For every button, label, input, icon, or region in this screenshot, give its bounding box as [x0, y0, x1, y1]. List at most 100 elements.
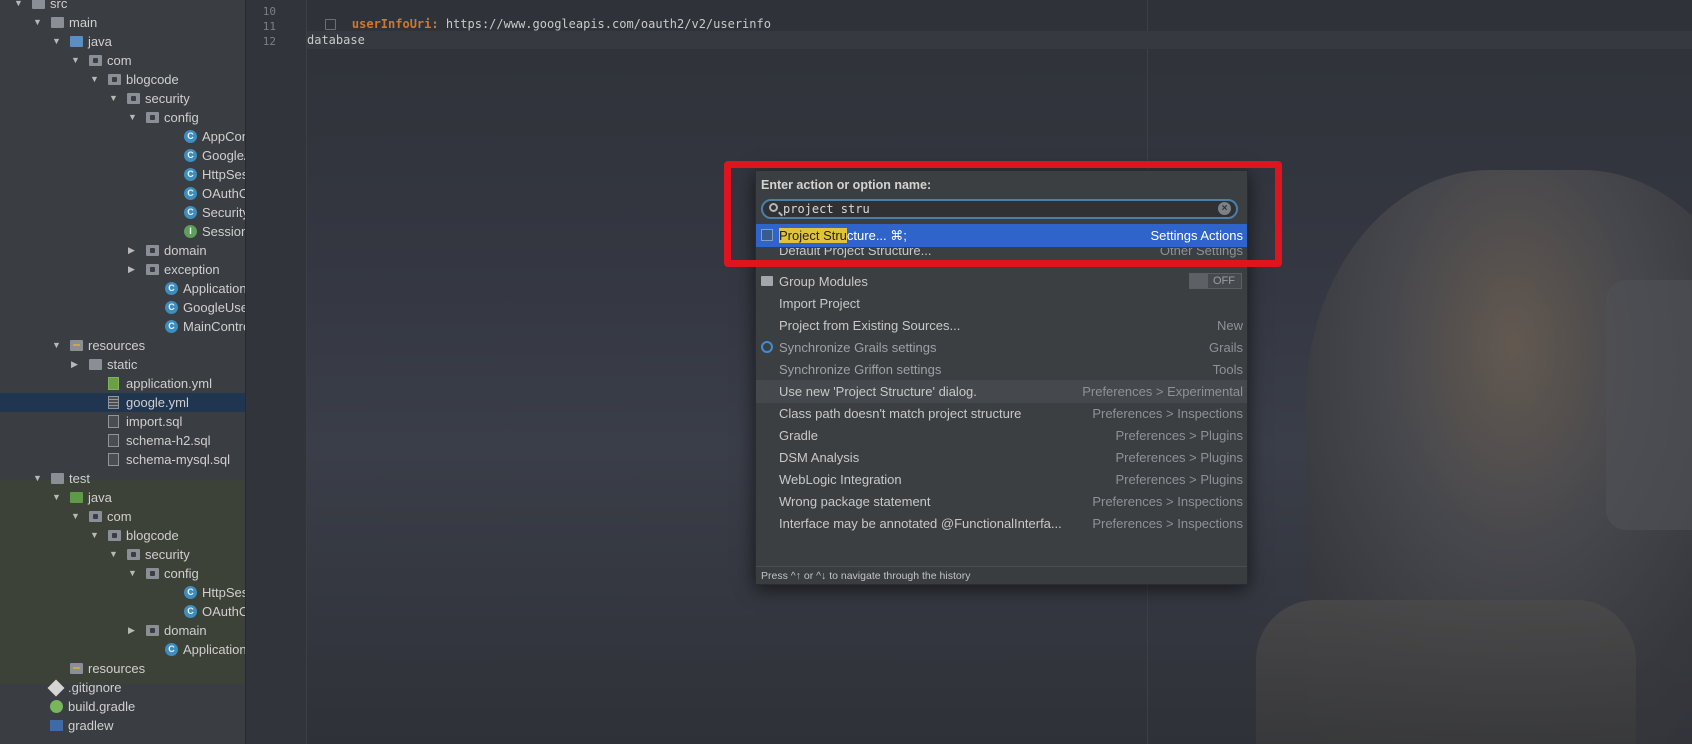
result-item[interactable]: WebLogic Integration Preferences > Plugin…	[756, 468, 1247, 491]
class-icon: C	[165, 282, 178, 295]
tree-item[interactable]: resources	[0, 659, 245, 678]
result-item[interactable]: Interface may be annotated @FunctionalIn…	[756, 512, 1247, 535]
tree-item[interactable]: ▶ static	[0, 355, 245, 374]
tree-item-label: schema-mysql.sql	[126, 452, 231, 467]
tree-item[interactable]: C GoogleUser	[0, 298, 245, 317]
expand-arrow-icon[interactable]: ▼	[109, 545, 119, 564]
gradle-icon	[50, 700, 63, 713]
result-item[interactable]: Gradle Preferences > Plugins	[756, 424, 1247, 447]
result-item[interactable]: Class path doesn't match project structu…	[756, 402, 1247, 425]
result-item[interactable]: Wrong package statement Preferences > Ins…	[756, 490, 1247, 513]
code-line-12[interactable]: database	[307, 33, 365, 47]
tree-item[interactable]: C GoogleA	[0, 146, 245, 165]
result-label: Wrong package statement	[779, 490, 931, 513]
tree-item[interactable]: ▼ com	[0, 507, 245, 526]
tree-item[interactable]: ▼ java	[0, 32, 245, 51]
tree-item[interactable]: ▶ exception	[0, 260, 245, 279]
tree-item[interactable]: ▼ config	[0, 108, 245, 127]
tree-item[interactable]: ▶ domain	[0, 621, 245, 640]
collapse-arrow-icon[interactable]: ▶	[128, 241, 138, 260]
tree-item[interactable]: ▼ com	[0, 51, 245, 70]
expand-arrow-icon[interactable]: ▼	[71, 51, 81, 70]
line-number: 12	[262, 35, 276, 48]
tree-item[interactable]: C AppConf	[0, 127, 245, 146]
collapse-arrow-icon[interactable]: ▶	[128, 260, 138, 279]
tree-item[interactable]: C OAuthCo	[0, 184, 245, 203]
tree-item[interactable]: ▼ blogcode	[0, 70, 245, 89]
tree-item[interactable]: C Application	[0, 279, 245, 298]
result-label-text: Use new 'Project Structure' dialog.	[779, 384, 977, 399]
terminal-icon	[50, 720, 63, 731]
tree-item[interactable]: schema-mysql.sql	[0, 450, 245, 469]
expand-arrow-icon[interactable]: ▼	[52, 336, 62, 355]
result-label-text: Group Modules	[779, 274, 868, 289]
expand-arrow-icon[interactable]: ▼	[90, 526, 100, 545]
class-icon: C	[184, 187, 197, 200]
tree-item[interactable]: ▼ resources	[0, 336, 245, 355]
tree-item[interactable]: ▼ src	[0, 0, 245, 13]
result-item[interactable]: DSM Analysis Preferences > Plugins	[756, 446, 1247, 469]
tree-item[interactable]: import.sql	[0, 412, 245, 431]
fold-marker-icon[interactable]	[324, 19, 336, 30]
package-icon	[89, 511, 102, 522]
package-icon	[146, 112, 159, 123]
result-item[interactable]: Import Project	[756, 292, 1247, 315]
result-item[interactable]: Use new 'Project Structure' dialog. Prefe…	[756, 380, 1247, 403]
expand-arrow-icon[interactable]: ▼	[109, 89, 119, 108]
tree-item[interactable]: ▼ config	[0, 564, 245, 583]
tree-item[interactable]: I SessionC	[0, 222, 245, 241]
code-line-10[interactable]: userInfoUri: https://www.googleapis.com/…	[296, 3, 771, 45]
tree-item[interactable]: schema-h2.sql	[0, 431, 245, 450]
tree-item[interactable]: .gitignore	[0, 678, 245, 697]
tree-item[interactable]: gradlew	[0, 716, 245, 735]
result-label: DSM Analysis	[779, 446, 859, 469]
tree-item[interactable]: build.gradle	[0, 697, 245, 716]
result-item[interactable]: Project from Existing Sources... New	[756, 314, 1247, 337]
tree-item-label: .gitignore	[68, 680, 122, 695]
tree-item-label: config	[164, 110, 199, 125]
expand-arrow-icon[interactable]: ▼	[52, 32, 62, 51]
file-grid-icon	[108, 396, 119, 409]
result-item[interactable]: Synchronize Griffon settings Tools	[756, 358, 1247, 381]
tree-item[interactable]: ▼ java	[0, 488, 245, 507]
collapse-arrow-icon[interactable]: ▶	[71, 355, 81, 374]
result-label: Gradle	[779, 424, 818, 447]
result-item[interactable]: Synchronize Grails settings Grails	[756, 336, 1247, 359]
tree-item[interactable]: ▶ domain	[0, 241, 245, 260]
toggle-switch[interactable]: OFF	[1189, 273, 1242, 289]
expand-arrow-icon[interactable]: ▼	[71, 507, 81, 526]
class-icon: C	[165, 643, 178, 656]
background-robot-track	[1256, 600, 1636, 744]
tree-item[interactable]: ▼ security	[0, 545, 245, 564]
tree-item[interactable]: ▼ main	[0, 13, 245, 32]
tree-item-label: google.yml	[126, 395, 189, 410]
result-category: Preferences > Experimental	[1082, 384, 1243, 399]
expand-arrow-icon[interactable]: ▼	[128, 564, 138, 583]
tree-item[interactable]: C ApplicationT	[0, 640, 245, 659]
result-category: New	[1216, 318, 1243, 333]
tree-item[interactable]: application.yml	[0, 374, 245, 393]
result-category: Preferences > Plugins	[1115, 428, 1243, 443]
tree-item[interactable]: C MainContro	[0, 317, 245, 336]
tree-item[interactable]: google.yml	[0, 393, 245, 412]
expand-arrow-icon[interactable]: ▼	[128, 108, 138, 127]
tree-item[interactable]: C HttpSess	[0, 583, 245, 602]
tree-item[interactable]: ▼ test	[0, 469, 245, 488]
expand-arrow-icon[interactable]: ▼	[33, 469, 43, 488]
tree-item[interactable]: ▼ security	[0, 89, 245, 108]
tree-item-label: HttpSess	[202, 167, 245, 182]
tree-item[interactable]: ▼ blogcode	[0, 526, 245, 545]
result-label: Group Modules	[779, 270, 868, 293]
collapse-arrow-icon[interactable]: ▶	[128, 621, 138, 640]
expand-arrow-icon[interactable]: ▼	[90, 70, 100, 89]
expand-arrow-icon[interactable]: ▼	[14, 0, 24, 13]
result-item[interactable]: Group Modules OFF	[756, 270, 1247, 293]
expand-arrow-icon[interactable]: ▼	[52, 488, 62, 507]
expand-arrow-icon[interactable]: ▼	[33, 13, 43, 32]
tree-item-label: src	[50, 0, 68, 11]
tree-item-label: import.sql	[126, 414, 183, 429]
tree-item[interactable]: C HttpSess	[0, 165, 245, 184]
tree-item[interactable]: C OAuthCo	[0, 602, 245, 621]
tree-item[interactable]: C Security	[0, 203, 245, 222]
yaml-key: userInfoUri:	[351, 17, 439, 31]
